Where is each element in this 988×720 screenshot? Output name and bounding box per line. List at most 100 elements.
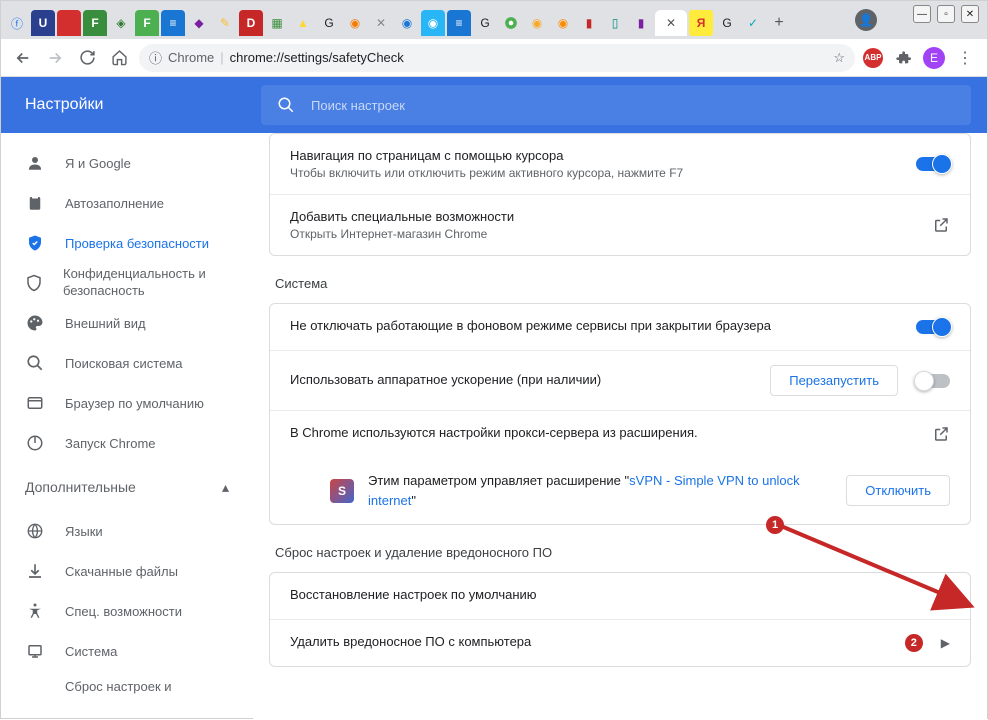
chevron-right-icon: ▶ [941,636,950,650]
search-settings-box[interactable]: Поиск настроек [261,85,971,125]
tab-favicon[interactable]: ≡ [161,10,185,36]
site-info-icon[interactable]: ⓘ [149,48,162,67]
sidebar-item-label: Внешний вид [65,316,146,331]
sidebar-item-you-and-google[interactable]: Я и Google [1,143,253,183]
toggle-cursor-navigation[interactable] [916,157,950,171]
extension-managed-text: Этим параметром управляет расширение "sV… [368,471,832,510]
tab-favicon[interactable]: ✓ [741,10,765,36]
power-icon [25,434,45,452]
sidebar-item-safety-check[interactable]: Проверка безопасности [1,223,253,263]
sidebar-item-default-browser[interactable]: Браузер по умолчанию [1,383,253,423]
sidebar-item-privacy[interactable]: Конфиденциальность и безопасность [1,263,253,303]
sidebar-item-autofill[interactable]: Автозаполнение [1,183,253,223]
window-minimize-button[interactable]: — [913,5,931,23]
tab-favicon[interactable]: D [239,10,263,36]
chevron-right-icon: ▶ [941,589,950,603]
tab-favicon[interactable]: F [83,10,107,36]
tab-favicon[interactable]: ◉ [421,10,445,36]
section-title-system: Система [275,276,971,291]
close-icon[interactable]: ✕ [666,16,676,30]
tab-favicon[interactable]: ≡ [447,10,471,36]
tab-favicon[interactable]: Я [689,10,713,36]
home-button[interactable] [107,46,131,70]
omnibox-url: chrome://settings/safetyCheck [230,50,404,65]
restart-button[interactable]: Перезапустить [770,365,898,396]
sidebar-item-downloads[interactable]: Скачанные файлы [1,551,253,591]
tab-favicon[interactable]: ◉ [395,10,419,36]
window-close-button[interactable]: ✕ [961,5,979,23]
tab-favicon[interactable] [499,10,523,36]
sidebar-item-languages[interactable]: Языки [1,511,253,551]
tab-favicon[interactable]: G [317,10,341,36]
bookmark-star-icon[interactable]: ☆ [833,50,845,66]
extension-abp-icon[interactable]: ABP [863,48,883,68]
row-remove-malware[interactable]: Удалить вредоносное ПО с компьютера 2 ▶ [270,619,970,666]
settings-sidebar: Я и Google Автозаполнение Проверка безоп… [1,133,253,720]
sidebar-section-advanced[interactable]: Дополнительные ▴ [1,463,253,511]
tab-favicon[interactable]: F [135,10,159,36]
tab-favicon[interactable]: G [715,10,739,36]
toggle-hardware-accel[interactable] [916,374,950,388]
palette-icon [25,314,45,332]
accessibility-icon [25,602,45,620]
row-proxy-extension: S Этим параметром управляет расширение "… [270,457,970,524]
page-title: Настройки [1,96,261,114]
profile-avatar[interactable]: E [923,47,945,69]
tab-favicon[interactable]: ✕ [369,10,393,36]
tab-favicon[interactable]: ▦ [265,10,289,36]
annotation-badge-1: 1 [766,516,784,534]
tab-favicon[interactable]: ✎ [213,10,237,36]
profile-indicator-icon[interactable]: 👤 [855,9,877,31]
tab-favicon[interactable]: ▮ [577,10,601,36]
clipboard-icon [25,194,45,212]
sidebar-item-label: Языки [65,524,103,539]
sidebar-item-search-engine[interactable]: Поисковая система [1,343,253,383]
tab-favicon[interactable]: ⓕ [5,10,29,36]
person-icon [25,154,45,172]
tab-favicon[interactable] [57,10,81,36]
tab-active[interactable]: ✕ [655,10,687,36]
sidebar-item-label: Сброс настроек и [65,679,172,694]
sidebar-item-accessibility[interactable]: Спец. возможности [1,591,253,631]
back-button[interactable] [11,46,35,70]
new-tab-button[interactable]: + [767,11,791,35]
sidebar-item-reset[interactable]: Сброс настроек и [1,671,253,701]
sidebar-item-system[interactable]: Система [1,631,253,671]
sidebar-item-label: Автозаполнение [65,196,164,211]
sidebar-item-on-startup[interactable]: Запуск Chrome [1,423,253,463]
tab-favicon[interactable]: ◉ [343,10,367,36]
browser-icon [25,394,45,412]
reload-button[interactable] [75,46,99,70]
row-add-accessibility[interactable]: Добавить специальные возможности Открыть… [270,194,970,255]
settings-main: Навигация по страницам с помощью курсора… [253,133,987,720]
forward-button[interactable] [43,46,67,70]
row-proxy: В Chrome используются настройки прокси-с… [270,410,970,457]
section-title-reset: Сброс настроек и удаление вредоносного П… [275,545,971,560]
sidebar-item-label: Система [65,644,117,659]
tab-favicon[interactable]: U [31,10,55,36]
sidebar-item-label: Спец. возможности [65,604,182,619]
tab-favicon[interactable]: G [473,10,497,36]
row-restore-defaults[interactable]: Восстановление настроек по умолчанию ▶ [270,573,970,619]
annotation-badge-2: 2 [905,634,923,652]
external-link-icon [932,216,950,234]
browser-menu-button[interactable]: ⋮ [953,46,977,70]
tab-favicon[interactable]: ◉ [551,10,575,36]
sidebar-item-label: Запуск Chrome [65,436,156,451]
tab-favicon[interactable]: ◉ [525,10,549,36]
tab-favicon[interactable]: ▲ [291,10,315,36]
sidebar-item-appearance[interactable]: Внешний вид [1,303,253,343]
toggle-background-services[interactable] [916,320,950,334]
window-maximize-button[interactable]: ▫ [937,5,955,23]
extensions-button[interactable] [891,46,915,70]
row-hardware-accel: Использовать аппаратное ускорение (при н… [270,350,970,410]
tab-strip: ⓕ U F ◈ F ≡ ◆ ✎ D ▦ ▲ G ◉ ✕ ◉ ◉ ≡ G ◉ ◉ … [1,1,987,39]
omnibox[interactable]: ⓘ Chrome | chrome://settings/safetyCheck… [139,44,855,72]
globe-icon [25,522,45,540]
tab-favicon[interactable]: ◈ [109,10,133,36]
tab-favicon[interactable]: ▮ [629,10,653,36]
tab-favicon[interactable]: ▯ [603,10,627,36]
tab-favicon[interactable]: ◆ [187,10,211,36]
sidebar-item-label: Проверка безопасности [65,236,209,251]
disable-extension-button[interactable]: Отключить [846,475,950,506]
